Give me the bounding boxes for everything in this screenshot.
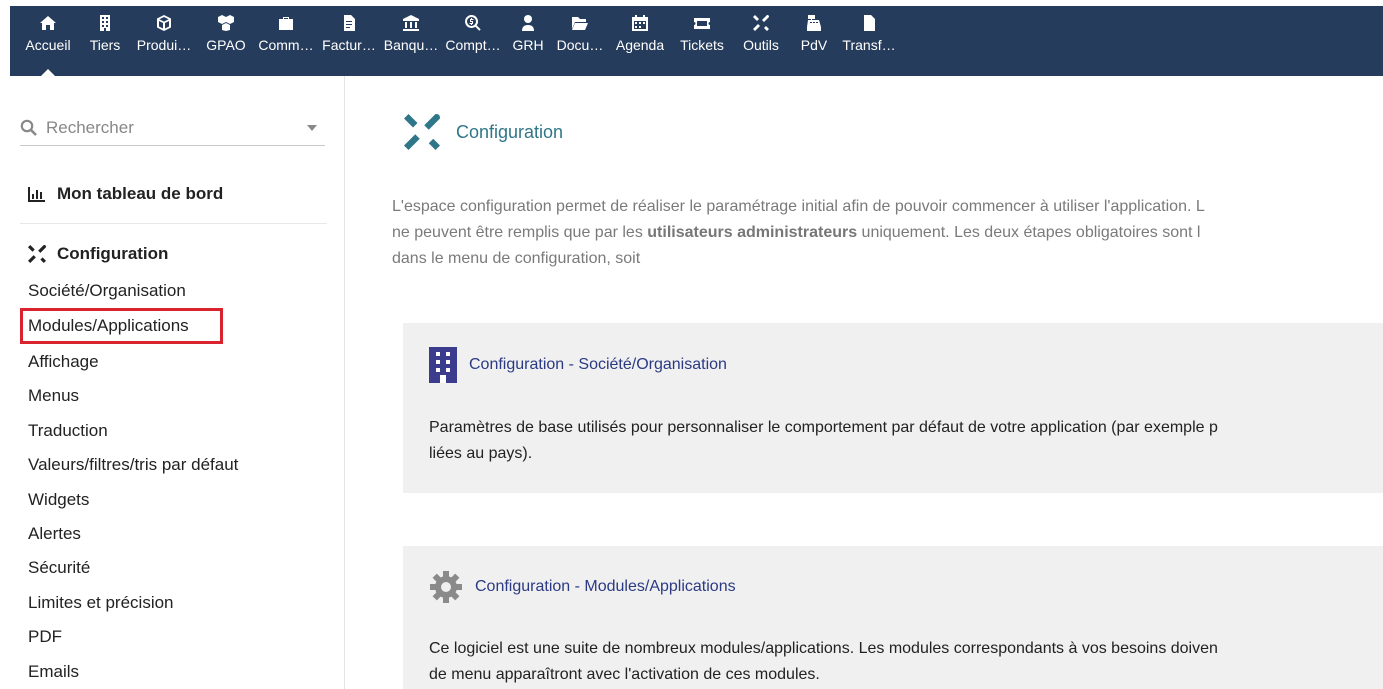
calendar-icon <box>631 14 649 32</box>
search-placeholder: Rechercher <box>46 117 134 137</box>
topnav-tickets[interactable]: Tickets <box>672 6 732 76</box>
menu-configuration[interactable]: Configuration <box>28 244 168 264</box>
highlight-box <box>20 308 223 344</box>
topnav-commercial[interactable]: Comm… <box>254 6 318 76</box>
topnav-label: Tiers <box>89 37 121 53</box>
sidebar-item-limites[interactable]: Limites et précision <box>28 593 174 613</box>
tools-icon <box>752 14 770 32</box>
intro-line: L'espace configuration permet de réalise… <box>392 198 1205 215</box>
topnav-label: Agenda <box>615 37 665 53</box>
card-title[interactable]: Configuration - Modules/Applications <box>475 578 736 596</box>
chevron-down-icon[interactable] <box>307 124 317 131</box>
left-sidebar: Rechercher Mon tableau de bord Configura… <box>10 76 345 689</box>
building-icon <box>96 14 114 32</box>
sidebar-item-securite[interactable]: Sécurité <box>28 558 90 578</box>
intro-line: ne peuvent être remplis que par les util… <box>392 224 1201 241</box>
card-header[interactable]: Configuration - Société/Organisation <box>429 347 727 383</box>
intro-line: dans le menu de configuration, soit <box>392 250 641 267</box>
card-header[interactable]: Configuration - Modules/Applications <box>429 570 736 604</box>
intro-text: L'espace configuration permet de réalise… <box>392 194 1383 272</box>
main-content: Configuration L'espace configuration per… <box>346 76 1383 689</box>
folder-open-icon <box>571 14 589 32</box>
menu-configuration-label: Configuration <box>57 244 169 263</box>
cubes-icon <box>217 14 235 32</box>
topnav-outils[interactable]: Outils <box>732 6 790 76</box>
tools-icon <box>28 244 48 264</box>
topnav-label: Comm… <box>258 37 314 53</box>
topnav-accueil[interactable]: Accueil <box>16 6 80 76</box>
sidebar-item-traduction[interactable]: Traduction <box>28 421 108 441</box>
topnav-gpao[interactable]: GPAO <box>198 6 254 76</box>
search-combobox[interactable]: Rechercher <box>20 110 325 146</box>
topnav-comptabilite[interactable]: Compt… <box>442 6 504 76</box>
user-tie-icon <box>519 14 537 32</box>
topnav-tiers[interactable]: Tiers <box>80 6 130 76</box>
bank-icon <box>402 14 420 32</box>
page-title: Configuration <box>402 114 563 150</box>
topnav-label: Docu… <box>556 37 604 53</box>
search-icon <box>20 119 37 136</box>
gear-icon <box>430 571 462 603</box>
top-navigation-bar: Accueil Tiers Produi… GPAO Comm… Factur…… <box>10 6 1383 76</box>
topnav-label: Produi… <box>136 37 192 53</box>
ticket-icon <box>693 14 711 32</box>
topnav-documents[interactable]: Docu… <box>552 6 608 76</box>
page-title-text: Configuration <box>456 121 564 142</box>
topnav-facturation[interactable]: Factur… <box>318 6 380 76</box>
topnav-label: GPAO <box>206 37 246 53</box>
sidebar-item-menus[interactable]: Menus <box>28 386 79 406</box>
menu-dashboard[interactable]: Mon tableau de bord <box>28 184 223 204</box>
home-icon <box>39 14 57 32</box>
card-modules: Configuration - Modules/Applications Ce … <box>403 546 1383 689</box>
topnav-transferts[interactable]: Transf… <box>838 6 900 76</box>
sidebar-item-widgets[interactable]: Widgets <box>28 490 89 510</box>
topnav-label: Tickets <box>680 37 724 53</box>
search-dollar-icon <box>464 14 482 32</box>
topnav-pdv[interactable]: PdV <box>790 6 838 76</box>
topnav-label: Banqu… <box>383 37 439 53</box>
sidebar-item-pdf[interactable]: PDF <box>28 627 62 647</box>
topnav-label: Accueil <box>25 37 71 53</box>
card-description: Ce logiciel est une suite de nombreux mo… <box>429 640 1218 683</box>
topnav-label: Outils <box>743 37 779 53</box>
card-description: Paramètres de base utilisés pour personn… <box>429 419 1218 462</box>
chart-bar-icon <box>28 184 48 204</box>
topnav-label: Compt… <box>445 37 501 53</box>
sidebar-item-alertes[interactable]: Alertes <box>28 524 81 544</box>
card-title[interactable]: Configuration - Société/Organisation <box>469 356 727 374</box>
topnav-label: PdV <box>800 37 828 53</box>
cash-register-icon <box>805 14 823 32</box>
sidebar-item-valeurs[interactable]: Valeurs/filtres/tris par défaut <box>28 455 238 475</box>
topnav-grh[interactable]: GRH <box>504 6 552 76</box>
tools-icon <box>404 114 440 150</box>
cube-icon <box>155 14 173 32</box>
file-icon <box>860 14 878 32</box>
topnav-label: Factur… <box>322 37 376 53</box>
sidebar-item-affichage[interactable]: Affichage <box>28 352 99 372</box>
card-societe: Configuration - Société/Organisation Par… <box>403 323 1383 493</box>
sidebar-item-emails[interactable]: Emails <box>28 662 79 682</box>
sidebar-item-societe[interactable]: Société/Organisation <box>28 281 186 301</box>
topnav-banque[interactable]: Banqu… <box>380 6 442 76</box>
building-icon <box>429 347 457 383</box>
invoice-icon <box>340 14 358 32</box>
topnav-label: GRH <box>512 37 544 53</box>
briefcase-icon <box>277 14 295 32</box>
topnav-label: Transf… <box>842 37 896 53</box>
topnav-agenda[interactable]: Agenda <box>608 6 672 76</box>
menu-dashboard-label: Mon tableau de bord <box>57 184 224 203</box>
topnav-produits[interactable]: Produi… <box>130 6 198 76</box>
sidebar-divider <box>20 223 327 224</box>
